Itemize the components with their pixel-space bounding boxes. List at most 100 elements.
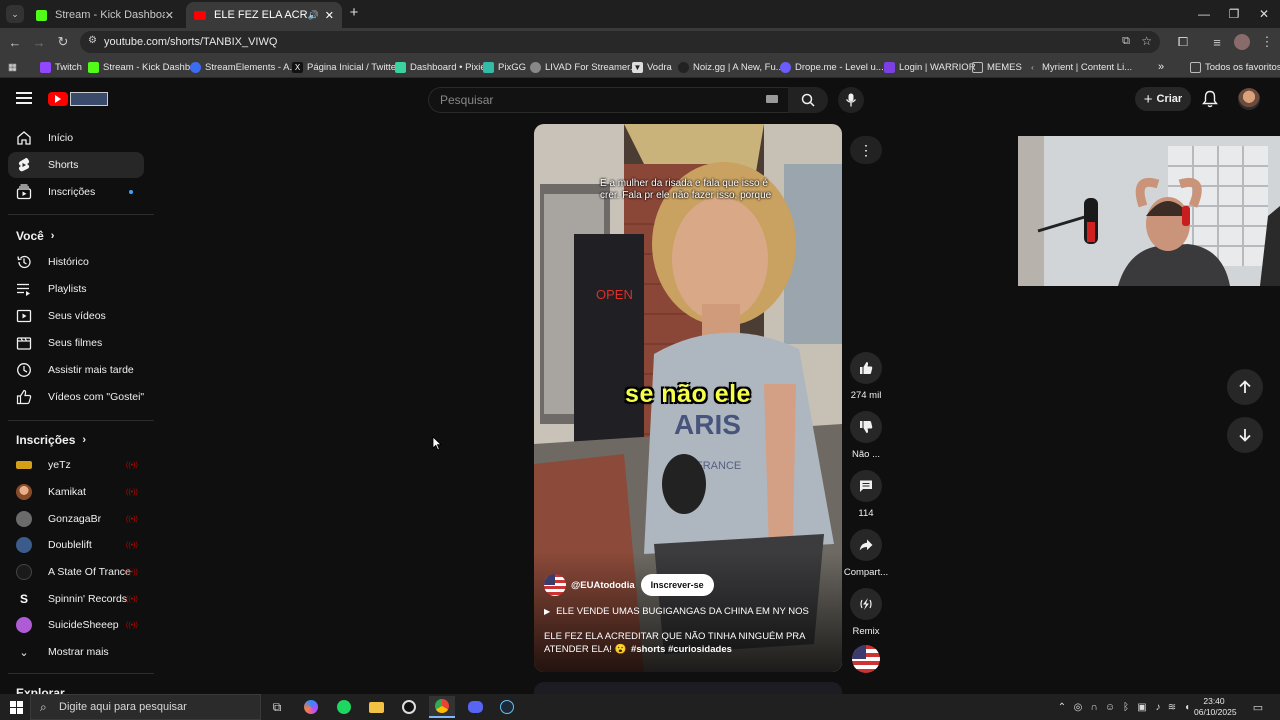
- notifications-bell-icon[interactable]: [1202, 90, 1218, 108]
- subscription-suicidesheeep[interactable]: SuicideSheeep ((•)): [8, 612, 144, 638]
- account-avatar[interactable]: [1238, 88, 1260, 110]
- profile-avatar[interactable]: [1234, 34, 1250, 50]
- tray-chevron-up-icon[interactable]: ⌃: [1056, 700, 1068, 714]
- subscription-gonzagabr[interactable]: GonzagaBr ((•)): [8, 506, 144, 532]
- sidebar-item-home[interactable]: Início: [8, 125, 144, 151]
- obs-icon[interactable]: [396, 696, 422, 718]
- bookmark-kick[interactable]: Stream - Kick Dashb...: [88, 59, 198, 75]
- close-icon[interactable]: ✕: [325, 9, 334, 22]
- dislike-action[interactable]: Não ...: [846, 411, 886, 460]
- steam-icon[interactable]: [494, 696, 520, 718]
- bookmark-pixgg[interactable]: PixGG: [483, 59, 526, 75]
- sidebar-item-playlists[interactable]: Playlists: [8, 276, 144, 302]
- sidebar-item-shorts[interactable]: Shorts: [8, 152, 144, 178]
- url-bar[interactable]: ⚙ youtube.com/shorts/TANBIX_VIWQ ⧉ ☆: [80, 31, 1160, 53]
- tray-discord-icon[interactable]: ☺: [1104, 700, 1116, 714]
- close-icon[interactable]: ✕: [165, 9, 174, 22]
- hashtags[interactable]: #shorts #curiosidades: [631, 644, 732, 655]
- minimize-button[interactable]: —: [1188, 0, 1220, 28]
- search-button[interactable]: [788, 87, 828, 113]
- new-tab-button[interactable]: +: [346, 5, 362, 21]
- discord-icon[interactable]: [462, 696, 488, 718]
- subscription-a-state-of-trance[interactable]: A State Of Trance ((•)): [8, 559, 144, 585]
- previous-short-button[interactable]: [1227, 369, 1263, 405]
- search-input[interactable]: Pesquisar: [428, 87, 788, 113]
- file-explorer-icon[interactable]: [363, 696, 389, 718]
- tab-kick-dashboard[interactable]: Stream - Kick Dashboard ✕: [28, 2, 182, 28]
- chevron-double-right-icon[interactable]: »: [1158, 59, 1164, 75]
- voice-search-button[interactable]: [838, 87, 864, 113]
- tab-search-dropdown[interactable]: ⌄: [6, 5, 24, 23]
- bookmark-myrient[interactable]: ‹ Myrient | Content Li...: [1027, 59, 1132, 75]
- speaker-icon[interactable]: 🔊: [308, 10, 319, 21]
- show-more-button[interactable]: ⌄ Mostrar mais: [8, 639, 144, 665]
- close-window-button[interactable]: ✕: [1248, 0, 1280, 28]
- tab-youtube-short[interactable]: ELE FEZ ELA ACREDITAR QUE... 🔊 ✕: [186, 2, 342, 28]
- bookmark-twitch[interactable]: Twitch: [40, 59, 82, 75]
- notifications-icon[interactable]: ▭: [1252, 700, 1264, 714]
- bookmark-noiz[interactable]: Noiz.gg | A New, Fu...: [678, 59, 784, 75]
- youtube-logo[interactable]: [48, 91, 108, 106]
- spotify-icon[interactable]: [331, 696, 357, 718]
- back-button[interactable]: ←: [4, 32, 26, 52]
- bookmark-twitter[interactable]: X Página Inicial / Twitter: [292, 59, 399, 75]
- keyboard-icon[interactable]: [766, 95, 778, 103]
- dislike-button[interactable]: [850, 411, 882, 443]
- sidebar-item-your-movies[interactable]: Seus filmes: [8, 330, 144, 356]
- share-action[interactable]: Compart...: [844, 529, 888, 578]
- tray-mic-icon[interactable]: ♪: [1152, 700, 1164, 714]
- bookmark-drope[interactable]: Drope.me - Level u...: [780, 59, 884, 75]
- create-button[interactable]: + Criar: [1135, 87, 1191, 111]
- sidebar-item-watch-later[interactable]: Assistir mais tarde: [8, 357, 144, 383]
- tray-headset-icon[interactable]: ∩: [1088, 700, 1100, 714]
- all-bookmarks-folder[interactable]: Todos os favoritos: [1190, 59, 1280, 75]
- apps-icon[interactable]: ▦: [8, 59, 17, 75]
- next-short-button[interactable]: [1227, 417, 1263, 453]
- subscriptions-section-heading[interactable]: Inscrições ›: [16, 433, 86, 447]
- explore-section-heading[interactable]: Explorar: [16, 686, 65, 694]
- comments-button[interactable]: [850, 470, 882, 502]
- bookmark-vodra[interactable]: ▼ Vodra: [632, 59, 672, 75]
- sidebar-item-subscriptions[interactable]: Inscrições: [8, 179, 144, 205]
- install-icon[interactable]: ⧉: [1122, 35, 1130, 48]
- remix-button[interactable]: [850, 588, 882, 620]
- sidebar-item-history[interactable]: Histórico: [8, 249, 144, 275]
- subscription-yetz[interactable]: yeTz ((•)): [8, 452, 144, 478]
- windows-start-icon[interactable]: [3, 696, 29, 718]
- audio-source-flag-icon[interactable]: [852, 645, 880, 673]
- more-options-icon[interactable]: ⋮: [850, 136, 882, 164]
- video-description[interactable]: ELE FEZ ELA ACREDITAR QUE NÃO TINHA NING…: [544, 630, 834, 656]
- channel-avatar-flag-icon[interactable]: [544, 574, 566, 596]
- remix-action[interactable]: Remix: [846, 588, 886, 637]
- bookmark-streamelements[interactable]: StreamElements - A...: [190, 59, 297, 75]
- forward-button[interactable]: →: [28, 32, 50, 52]
- you-section-heading[interactable]: Você ›: [16, 229, 54, 243]
- tray-volume-icon[interactable]: ◖: [1181, 700, 1193, 714]
- bookmark-memes-folder[interactable]: MEMES: [972, 59, 1022, 75]
- tray-wifi-icon[interactable]: ≋: [1166, 700, 1178, 714]
- shorts-video-player[interactable]: OPEN ARIS FRANCE E a mulher da risada e …: [534, 124, 842, 672]
- taskbar-clock[interactable]: 23:40 06/10/2025: [1194, 696, 1237, 718]
- sidebar-item-liked-videos[interactable]: Vídeos com "Gostei": [8, 384, 144, 410]
- bookmark-pixie[interactable]: Dashboard • Pixie: [395, 59, 486, 75]
- taskbar-search-input[interactable]: ⌕ Digite aqui para pesquisar: [30, 694, 261, 720]
- channel-name[interactable]: @EUAtododia: [571, 580, 635, 591]
- like-button[interactable]: [850, 352, 882, 384]
- like-action[interactable]: 274 mil: [846, 352, 886, 401]
- copilot-icon[interactable]: [298, 696, 324, 718]
- site-info-icon[interactable]: ⚙: [88, 35, 97, 46]
- reload-button[interactable]: ↻: [52, 32, 74, 52]
- bookmark-warrior[interactable]: Login | WARRIOR: [884, 59, 976, 75]
- share-button[interactable]: [850, 529, 882, 561]
- browser-menu-icon[interactable]: ⋮: [1256, 32, 1278, 52]
- comments-action[interactable]: 114: [846, 470, 886, 519]
- extensions-icon[interactable]: ⧠: [1172, 32, 1194, 52]
- bookmark-livad[interactable]: LIVAD For Streamer...: [530, 59, 638, 75]
- subscribe-button[interactable]: Inscrever-se: [640, 574, 714, 596]
- chrome-icon[interactable]: [429, 696, 455, 718]
- subscription-kamikat[interactable]: Kamikat ((•)): [8, 479, 144, 505]
- task-view-icon[interactable]: ⧉: [264, 696, 290, 718]
- menu-icon[interactable]: [16, 92, 32, 104]
- tray-steam-icon[interactable]: ◎: [1072, 700, 1084, 714]
- sound-row[interactable]: ▶ ELE VENDE UMAS BUGIGANGAS DA CHINA EM …: [544, 606, 809, 617]
